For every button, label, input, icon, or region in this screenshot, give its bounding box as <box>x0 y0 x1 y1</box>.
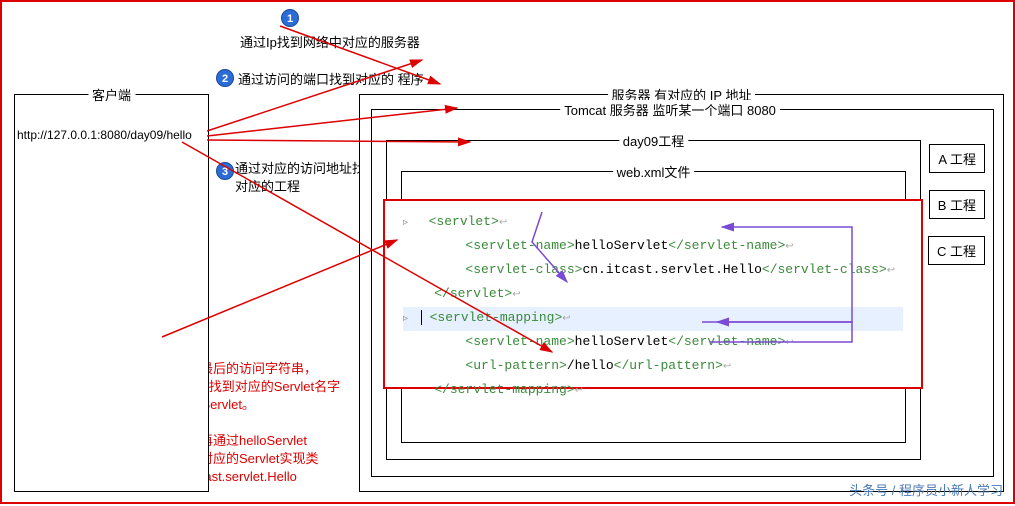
code-box: ▹ <servlet>↩ <servlet-name>helloServlet<… <box>383 199 923 389</box>
client-url: http://127.0.0.1:8080/day09/hello <box>17 128 192 142</box>
badge-2: 2 <box>216 69 234 87</box>
code-line-1: ▹ <servlet>↩ <box>403 211 903 235</box>
note-1: 通过Ip找到网络中对应的服务器 <box>240 32 420 51</box>
badge-3: 3 <box>216 162 234 180</box>
day09-title: day09工程 <box>619 131 688 150</box>
note-3b: 对应的工程 <box>235 176 300 195</box>
project-c: C 工程 <box>928 236 985 265</box>
code-line-7: <url-pattern>/hello</url-pattern>↩ <box>403 355 903 379</box>
code-line-4: </servlet>↩ <box>403 283 903 307</box>
code-line-3: <servlet-class>cn.itcast.servlet.Hello</… <box>403 259 903 283</box>
client-title: 客户端 <box>88 85 135 104</box>
note-2: 通过访问的端口找到对应的 程序 <box>238 69 424 88</box>
code-line-2: <servlet-name>helloServlet</servlet-name… <box>403 235 903 259</box>
project-a: A 工程 <box>929 144 985 173</box>
project-b: B 工程 <box>929 190 985 219</box>
tomcat-title: Tomcat 服务器 监听某一个端口 8080 <box>560 100 780 119</box>
footer-credit: 头条号 / 程序员小新人学习 <box>849 480 1003 499</box>
code-line-5: ▹ <servlet-mapping>↩ <box>403 307 903 331</box>
diagram-container: 1 通过Ip找到网络中对应的服务器 2 通过访问的端口找到对应的 程序 3 通过… <box>0 0 1015 504</box>
note-3a: 通过对应的访问地址找到 <box>235 158 378 177</box>
code-line-8: </servlet-mapping>↩ <box>403 379 903 403</box>
badge-1: 1 <box>281 9 299 27</box>
code-line-6: <servlet-name>helloServlet</servlet-name… <box>403 331 903 355</box>
webxml-title: web.xml文件 <box>613 162 695 181</box>
client-box: 客户端 http://127.0.0.1:8080/day09/hello <box>14 94 209 492</box>
